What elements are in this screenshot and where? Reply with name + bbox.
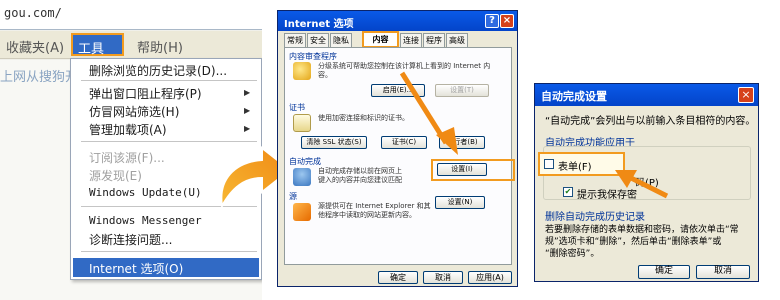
autocomplete-settings-dialog: 自动完成设置 × “自动完成”会列出与以前输入条目相符的内容。 自动完成功能应用… <box>534 83 759 282</box>
close-button[interactable]: × <box>500 14 514 28</box>
tab-security[interactable]: 安全 <box>307 33 329 47</box>
menu-separator <box>81 251 257 252</box>
tab-content[interactable]: 内容 <box>362 31 399 48</box>
menu-item-windows-messenger[interactable]: Windows Messenger <box>89 214 202 227</box>
dialog-title: 自动完成设置 <box>535 84 758 106</box>
submenu-arrow-icon: ▶ <box>244 106 251 115</box>
submenu-arrow-icon: ▶ <box>244 124 251 133</box>
prompt-save-checkbox[interactable]: ✔ <box>563 187 573 197</box>
menu-item-internet-options[interactable]: Internet 选项(O) <box>73 258 259 277</box>
intro-text: “自动完成”会列出与以前输入条目相符的内容。 <box>545 116 756 127</box>
apply-button[interactable]: 应用(A) <box>468 271 512 284</box>
menu-item-popup-blocker[interactable]: 弹出窗口阻止程序(P) <box>89 85 202 102</box>
dialog-title: Internet 选项 <box>278 11 517 31</box>
menu-tools[interactable]: 工具(T) <box>71 33 124 72</box>
internet-options-dialog: Internet 选项 ? × 常规 安全 隐私 内容 连接 程序 高级 内容审… <box>277 10 518 287</box>
menu-item-manage-addons[interactable]: 管理加载项(A) <box>89 121 167 138</box>
menu-help[interactable]: 帮助(H) <box>137 37 183 56</box>
tab-programs[interactable]: 程序 <box>423 33 445 47</box>
menu-item-subscribe-feed: 订阅该源(F)... <box>89 151 165 165</box>
tab-connections[interactable]: 连接 <box>400 33 422 47</box>
feeds-settings-button[interactable]: 设置(N) <box>435 196 485 209</box>
content-advisor-icon <box>293 62 311 80</box>
address-bar[interactable]: gou.com/ <box>0 0 262 30</box>
autocomplete-desc: 自动完成存储以前在网页上 <box>318 167 402 175</box>
cancel-button[interactable]: 取消 <box>423 271 463 284</box>
autocomplete-heading: 自动完成 <box>289 157 321 166</box>
autocomplete-icon <box>293 168 311 186</box>
menu-favorites[interactable]: 收藏夹(A) <box>6 37 64 56</box>
pointer-arrow-icon <box>399 71 458 155</box>
tab-privacy[interactable]: 隐私 <box>330 33 352 47</box>
page-text: 上网从搜狗开 <box>0 70 79 85</box>
autocomplete-desc-2: 键入的内容并向您建议匹配 <box>318 176 402 184</box>
autocomplete-settings-button[interactable]: 设置(I) <box>437 163 487 176</box>
feeds-desc-2: 他程序中读取的网站更新内容。 <box>318 211 416 219</box>
menu-item-delete-history[interactable]: 删除浏览的历史记录(D)... <box>89 62 227 79</box>
tab-general[interactable]: 常规 <box>284 33 306 47</box>
delete-desc-3: “删除密码”。 <box>545 249 600 259</box>
feeds-heading: 源 <box>289 192 297 201</box>
close-button[interactable]: × <box>738 87 754 103</box>
pointer-arrow-icon <box>615 170 669 199</box>
menu-item-phishing-filter[interactable]: 仿冒网站筛选(H) <box>89 103 179 120</box>
clear-ssl-button[interactable]: 清除 SSL 状态(S) <box>301 136 367 149</box>
content-advisor-heading: 内容审查程序 <box>289 52 337 61</box>
ok-button[interactable]: 确定 <box>378 271 418 284</box>
menu-item-diagnose-connection[interactable]: 诊断连接问题... <box>89 231 172 248</box>
certificate-icon <box>293 114 311 132</box>
ok-button[interactable]: 确定 <box>638 265 690 279</box>
feed-icon <box>293 203 311 221</box>
submenu-arrow-icon: ▶ <box>244 88 251 97</box>
menu-separator <box>81 80 257 81</box>
cancel-button[interactable]: 取消 <box>696 265 750 279</box>
menu-item-feed-discovery: 源发现(E) <box>89 169 142 183</box>
help-button[interactable]: ? <box>485 14 499 28</box>
forms-label: 表单(F) <box>558 162 592 173</box>
menu-item-windows-update[interactable]: Windows Update(U) <box>89 186 202 199</box>
forms-checkbox[interactable] <box>544 159 554 169</box>
content-advisor-desc-2: 容。 <box>318 71 332 79</box>
tab-advanced[interactable]: 高级 <box>446 33 468 47</box>
delete-history-heading: 删除自动完成历史记录 <box>545 212 645 223</box>
feeds-desc: 源提供可在 Internet Explorer 和其 <box>318 202 431 210</box>
certificates-heading: 证书 <box>289 103 305 112</box>
